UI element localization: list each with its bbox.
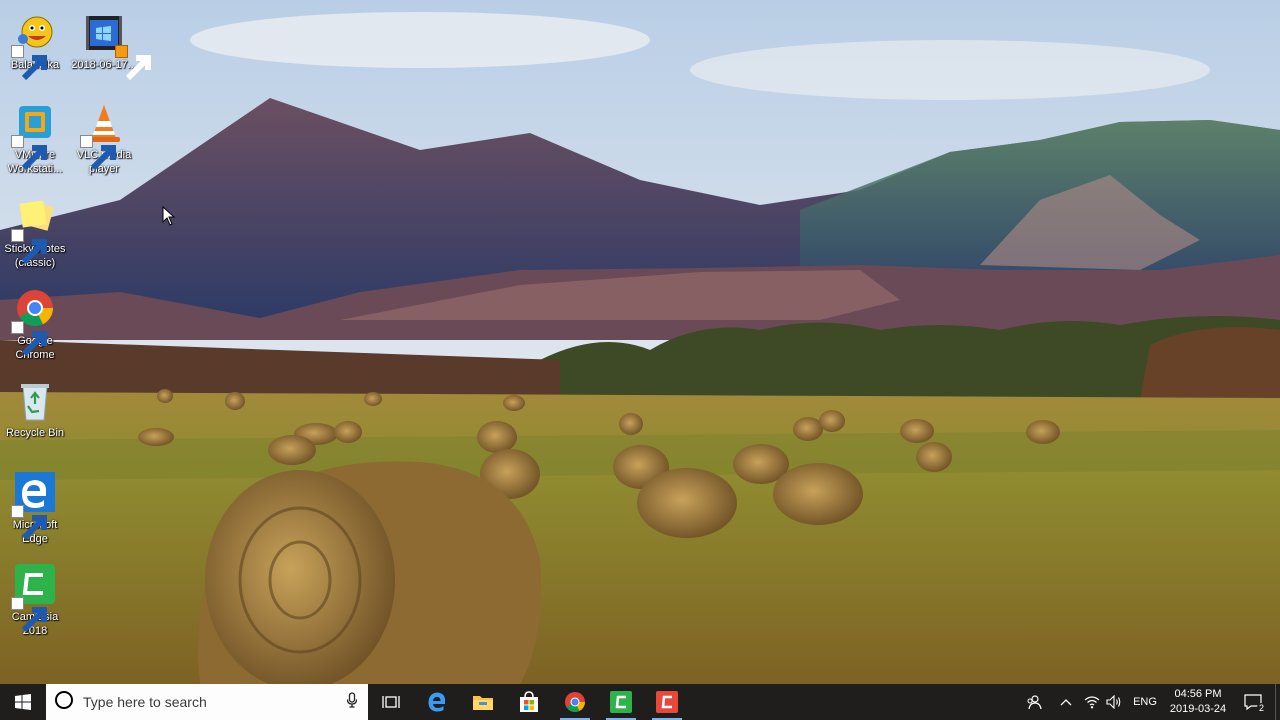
camtasia-icon: [11, 564, 57, 633]
chrome-icon: [564, 691, 586, 713]
chrome-icon: [11, 288, 57, 357]
input-language-button[interactable]: ENG: [1125, 684, 1165, 720]
vlc-icon: [80, 102, 126, 171]
task-view-button[interactable]: [368, 684, 414, 720]
action-center-button[interactable]: 2: [1231, 684, 1275, 720]
vmware-icon: [11, 102, 57, 171]
chevron-up-icon: [1060, 698, 1072, 706]
people-button[interactable]: [1017, 684, 1051, 720]
shortcut-arrow-icon: [11, 45, 47, 81]
desktop-icon-microsoft-edge[interactable]: Microsoft Edge: [0, 472, 70, 546]
edge-icon: [11, 472, 57, 541]
taskbar-store-button[interactable]: [506, 684, 552, 720]
network-wifi-icon: [1084, 695, 1100, 709]
desktop-wallpaper[interactable]: [0, 0, 1280, 684]
clock-button[interactable]: 04:56 PM 2019-03-24: [1165, 684, 1231, 720]
taskbar-camtasia-button[interactable]: [598, 684, 644, 720]
store-icon: [518, 691, 540, 713]
task-view-icon: [382, 694, 400, 710]
desktop-icon-video-file[interactable]: 2018-06-17...: [69, 12, 151, 81]
speaker-icon: [1106, 695, 1122, 709]
show-desktop-button[interactable]: [1275, 684, 1280, 720]
clock-date: 2019-03-24: [1169, 703, 1227, 715]
balabolka-icon: [11, 12, 57, 81]
volume-button[interactable]: [1103, 684, 1125, 720]
notification-count-badge: 2: [1256, 703, 1266, 713]
video-file-icon: [82, 12, 151, 81]
taskbar-search-box[interactable]: Type here to search: [46, 684, 368, 720]
shortcut-arrow-icon: [80, 135, 116, 171]
clock-time: 04:56 PM: [1174, 688, 1222, 700]
recycle-bin-icon: [13, 380, 57, 424]
taskbar-file-explorer-button[interactable]: [460, 684, 506, 720]
taskbar: Type here to search ENG 04:56 PM 2019-03…: [0, 684, 1280, 720]
show-hidden-icons-button[interactable]: [1051, 684, 1081, 720]
camtasia-icon: [610, 691, 632, 713]
system-tray: ENG 04:56 PM 2019-03-24 2: [1017, 684, 1280, 720]
desktop-icon-google-chrome[interactable]: Google Chrome: [0, 288, 70, 362]
mouse-cursor-icon: [162, 205, 176, 226]
shortcut-arrow-icon: [11, 597, 47, 633]
people-icon: [1026, 694, 1042, 710]
microphone-icon[interactable]: [346, 691, 358, 713]
start-button[interactable]: [0, 684, 46, 720]
desktop-icon-vlc[interactable]: VLC media player: [69, 102, 139, 176]
desktop-icon-label: Recycle Bin: [5, 427, 65, 439]
search-placeholder: Type here to search: [83, 694, 207, 710]
sticky-notes-icon: [11, 196, 57, 265]
camtasia-recorder-icon: [656, 691, 678, 713]
shortcut-arrow-icon: [11, 135, 47, 171]
edge-icon: [426, 691, 448, 713]
windows-start-icon: [15, 694, 31, 710]
desktop-icon-vmware[interactable]: VMware Workstati...: [0, 102, 70, 176]
shortcut-arrow-icon: [11, 505, 47, 541]
taskbar-edge-button[interactable]: [414, 684, 460, 720]
shortcut-arrow-icon: [11, 229, 47, 265]
cortana-circle-icon: [54, 690, 74, 715]
shortcut-arrow-icon: [11, 321, 47, 357]
shortcut-arrow-icon: [115, 45, 151, 81]
taskbar-chrome-button[interactable]: [552, 684, 598, 720]
desktop-icon-camtasia[interactable]: Camtasia 2018: [0, 564, 70, 638]
network-button[interactable]: [1081, 684, 1103, 720]
desktop-icon-balabolka[interactable]: Balabolka: [0, 12, 70, 81]
taskbar-camtasia-recorder-button[interactable]: [644, 684, 690, 720]
folder-icon: [472, 693, 494, 711]
desktop-icon-sticky-notes[interactable]: Sticky Notes (classic): [0, 196, 70, 270]
desktop-icon-recycle-bin[interactable]: Recycle Bin: [0, 380, 70, 440]
